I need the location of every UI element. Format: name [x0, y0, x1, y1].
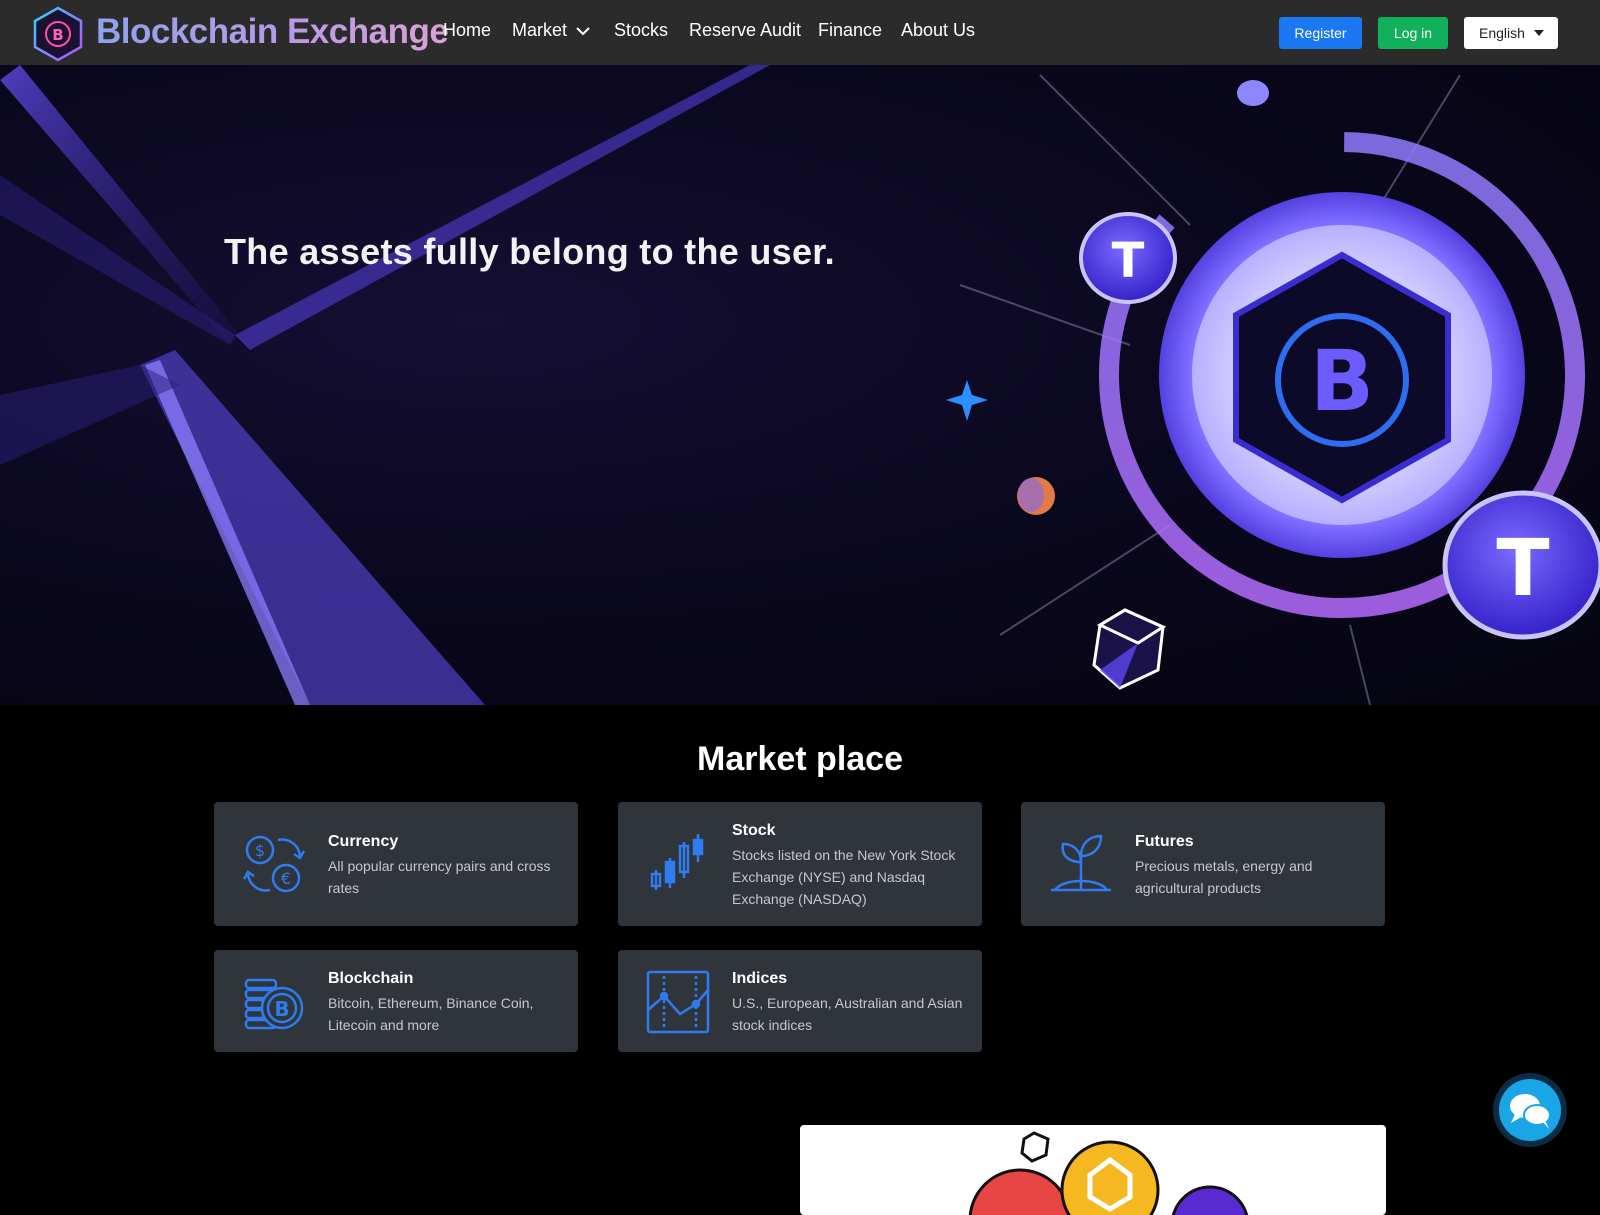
card-description: Bitcoin, Ethereum, Binance Coin, Litecoi… — [328, 995, 534, 1033]
nav-reserve-audit[interactable]: Reserve Audit — [689, 20, 801, 41]
card-description: Stocks listed on the New York Stock Exch… — [732, 847, 956, 907]
nav-finance[interactable]: Finance — [818, 20, 882, 41]
market-card-futures[interactable]: Futures Precious metals, energy and agri… — [1021, 802, 1385, 926]
card-title: Stock — [732, 822, 776, 839]
svg-text:B: B — [1310, 332, 1374, 430]
candlestick-icon — [650, 834, 704, 890]
market-title: Market place — [697, 740, 903, 778]
market-card-stock[interactable]: Stock Stocks listed on the New York Stoc… — [618, 802, 982, 926]
register-button[interactable]: Register — [1279, 17, 1362, 49]
nav-about-us[interactable]: About Us — [901, 20, 975, 41]
market-card-blockchain[interactable]: B Blockchain Bitcoin, Ethereum, Binance … — [214, 950, 578, 1052]
chevron-down-icon — [576, 27, 590, 36]
bitcoin-coins-icon: B — [244, 978, 304, 1030]
plant-sprout-icon — [1051, 834, 1111, 892]
card-title: Indices — [732, 970, 788, 987]
card-title: Currency — [328, 833, 399, 850]
language-label: English — [1479, 25, 1525, 41]
promo-image — [800, 1125, 1386, 1215]
svg-text:$: $ — [255, 841, 265, 860]
nav-market[interactable]: Market — [512, 20, 591, 41]
index-chart-icon — [646, 970, 710, 1034]
bitcoin-hexagon-icon[interactable]: B — [32, 6, 84, 62]
currency-exchange-icon: $ € — [242, 835, 306, 893]
nav-market-label: Market — [512, 20, 568, 40]
chat-button[interactable] — [1493, 1073, 1567, 1147]
svg-text:T: T — [1112, 233, 1145, 289]
card-title: Futures — [1135, 833, 1194, 850]
hero-title: The assets fully belong to the user. — [224, 231, 835, 272]
svg-text:T: T — [1496, 524, 1549, 614]
nav-home[interactable]: Home — [443, 20, 491, 41]
login-button[interactable]: Log in — [1378, 17, 1448, 49]
svg-text:€: € — [281, 869, 291, 888]
nav-stocks[interactable]: Stocks — [614, 20, 668, 41]
promo-illustration — [968, 1131, 1249, 1215]
hero-illustration: B T T — [0, 65, 1600, 705]
top-navbar: B Blockchain Exchange Home Market Stocks… — [0, 0, 1600, 65]
card-description: All popular currency pairs and cross rat… — [328, 858, 551, 896]
card-description: U.S., European, Australian and Asian sto… — [732, 995, 963, 1033]
market-card-indices[interactable]: Indices U.S., European, Australian and A… — [618, 950, 982, 1052]
chat-icon — [1499, 1079, 1561, 1141]
caret-down-icon — [1534, 30, 1544, 36]
card-title: Blockchain — [328, 970, 414, 987]
market-card-currency[interactable]: $ € Currency All popular currency pairs … — [214, 802, 578, 926]
svg-text:B: B — [274, 997, 289, 1021]
language-select[interactable]: English — [1464, 17, 1558, 49]
svg-text:B: B — [52, 26, 63, 44]
hero-banner: B T T The assets fully belong to the use… — [0, 65, 1600, 705]
card-description: Precious metals, energy and agricultural… — [1135, 858, 1313, 896]
brand-name[interactable]: Blockchain Exchange — [96, 12, 449, 52]
